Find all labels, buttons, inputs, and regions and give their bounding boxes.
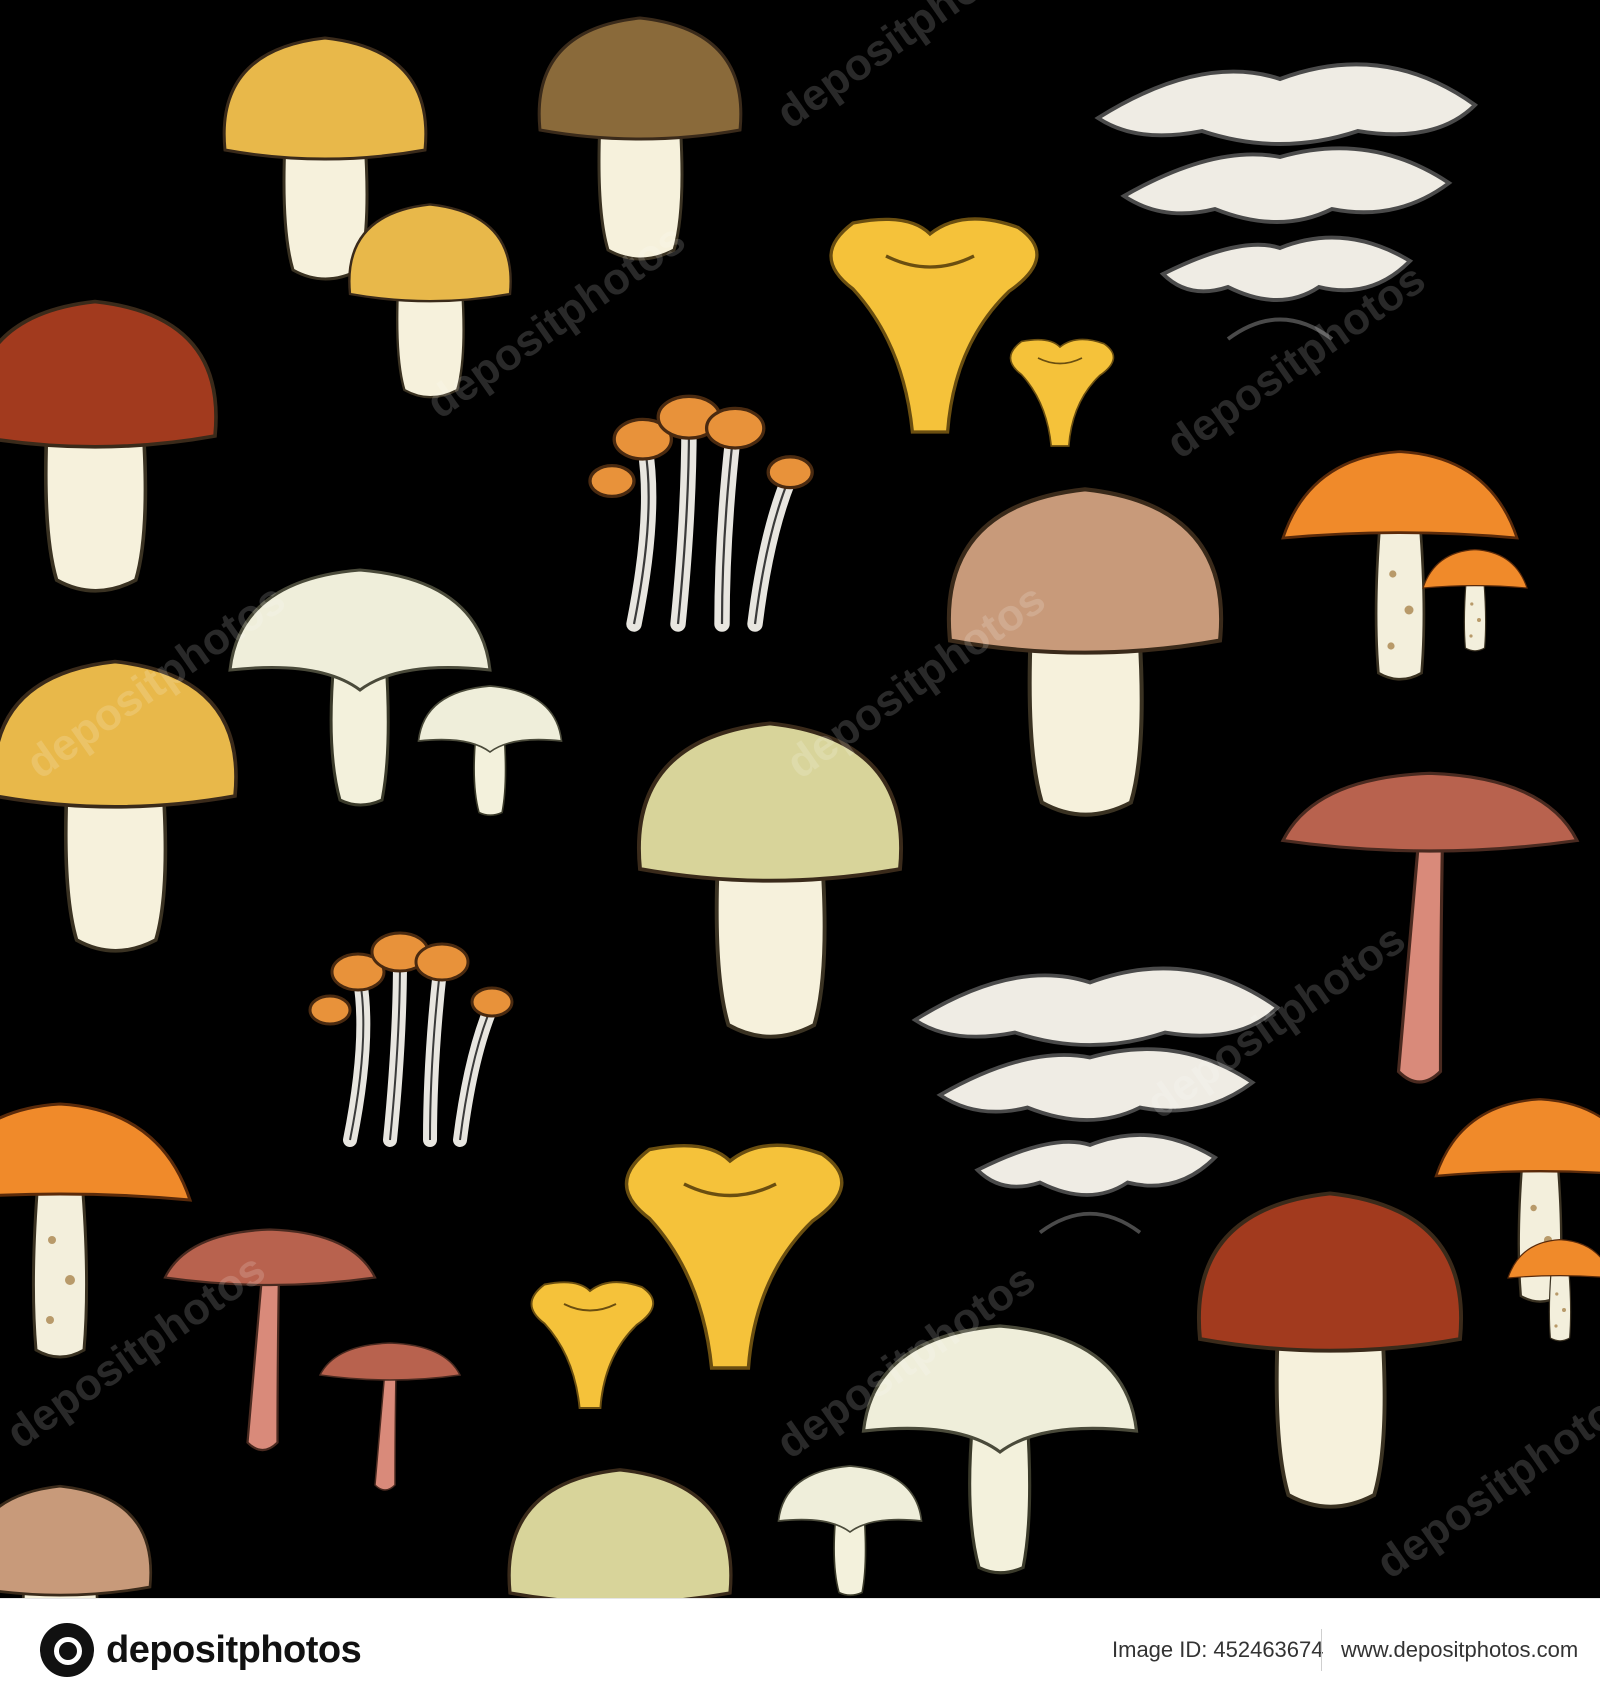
logo-text: depositphotos	[106, 1628, 362, 1671]
site-url[interactable]: www.depositphotos.com	[1341, 1637, 1578, 1663]
image-id: Image ID: 452463674	[1112, 1637, 1324, 1663]
stock-footer: depositphotos Image ID: 452463674 www.dep…	[0, 1598, 1600, 1700]
depositphotos-logo[interactable]: depositphotos	[40, 1623, 362, 1677]
mushroom-pattern-artwork: depositphotos depositphotos depositphoto…	[0, 0, 1600, 1598]
footer-divider	[1321, 1629, 1322, 1671]
image-id-label: Image ID:	[1112, 1637, 1208, 1662]
logo-icon	[40, 1623, 94, 1677]
image-id-value: 452463674	[1213, 1637, 1324, 1662]
